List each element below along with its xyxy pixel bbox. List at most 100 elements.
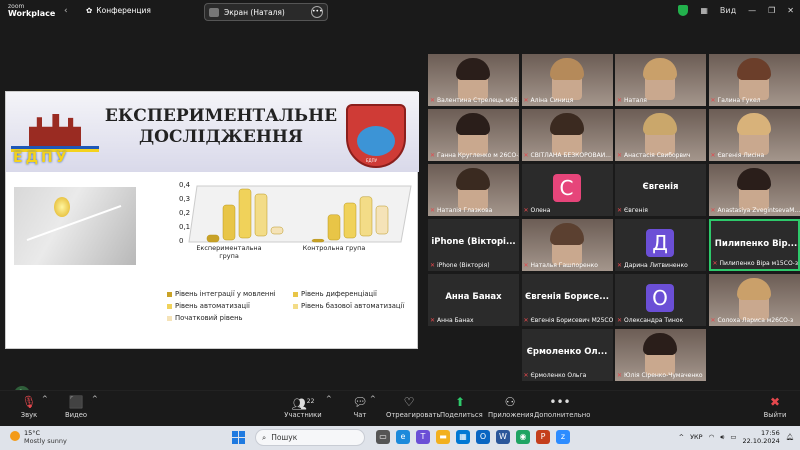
legend-swatch: [167, 315, 172, 321]
participant-tile[interactable]: ✕ Галина Гукел: [708, 54, 800, 106]
more-dots-icon: •••: [549, 395, 571, 409]
mic-muted-icon: 🎙︎: [21, 395, 37, 409]
participant-tile[interactable]: Пилипенко Вір... ✕ Пилипенко Віра м15СО-з: [708, 219, 800, 271]
lightbulb-icon: [54, 197, 70, 217]
participant-tile[interactable]: ✕ Солоха Лариса м26СО-з: [708, 274, 800, 326]
legend-swatch: [167, 303, 172, 309]
chart-bar: [359, 196, 373, 237]
powerpoint-icon[interactable]: P: [536, 430, 550, 444]
word-icon[interactable]: W: [496, 430, 510, 444]
task-view-icon[interactable]: ▭: [376, 430, 390, 444]
maximize-icon[interactable]: ❐: [768, 6, 775, 15]
screen-share-indicator[interactable]: Экран (Наталя) •••: [204, 3, 328, 21]
meeting-info[interactable]: ✿ Конференция: [86, 6, 151, 15]
edge-browser-icon[interactable]: e: [396, 430, 410, 444]
more-button[interactable]: ••• Дополнительно: [534, 395, 590, 419]
leave-button[interactable]: ✖ Выйти: [763, 395, 787, 419]
participant-name-tag: ✕ Наталья Гашпоренко: [524, 262, 598, 269]
participant-tile[interactable]: Євгенія Борисе... ✕ Євгенія Борисевич М25С…: [521, 274, 613, 326]
participant-tile[interactable]: Єрмоленко Ол... ✕ Єрмоленко Ольга: [521, 329, 613, 381]
chart-bar: [375, 205, 389, 235]
volume-icon[interactable]: 🔊︎: [720, 433, 724, 442]
participant-tile[interactable]: ✕ Аліна Синиця: [521, 54, 613, 106]
participant-tile[interactable]: Євгенія ✕ Євгенія: [615, 164, 706, 216]
participant-name-tag: ✕ iPhone (Вікторія): [430, 262, 490, 269]
chat-icon: 💬︎: [352, 395, 368, 409]
participant-tile[interactable]: ✕ Валентина Стрелець м26...: [428, 54, 519, 106]
participant-tile[interactable]: ✕ Євгенія Лисіна: [708, 109, 800, 161]
chrome-icon[interactable]: ◉: [516, 430, 530, 444]
apps-icon: ⚇: [504, 395, 516, 409]
outlook-icon[interactable]: O: [476, 430, 490, 444]
tray-overflow-icon[interactable]: ^: [679, 433, 684, 441]
participant-tile[interactable]: ✕ Наталія Глазкова: [428, 164, 519, 216]
y-tick-label: 0,2: [179, 209, 191, 217]
weather-status: Mostly sunny: [24, 437, 67, 445]
participant-name-tag: ✕ Anastasiya ZvegintsevaM...: [711, 207, 800, 214]
participant-name-tag: ✕ Євгенія Лисіна: [711, 152, 765, 159]
participant-tile[interactable]: ✕ Anastasiya ZvegintsevaM...: [708, 164, 800, 216]
clock[interactable]: 17:56 22.10.2024: [743, 429, 780, 445]
audio-options-caret-icon[interactable]: ^: [42, 395, 48, 403]
participants-label: Участники: [284, 411, 322, 419]
participant-hair: [736, 58, 771, 80]
participant-name: Євгенія Борисевич М25СО-з: [530, 317, 613, 324]
share-button[interactable]: ⬆ Поделиться: [440, 395, 483, 419]
taskbar-search[interactable]: ⌕ Пошук: [255, 429, 365, 446]
minimize-icon[interactable]: —: [748, 6, 756, 15]
slide-header: ЕДПУ ЕКСПЕРИМЕНТАЛЬНЕ ДОСЛІДЖЕННЯ ЕДПУ: [6, 92, 419, 172]
participant-tile[interactable]: ✕ СВІТЛАНА БЕЗКОРОВАЙ...: [521, 109, 613, 161]
participant-tile[interactable]: ✕ Наталя: [615, 54, 706, 106]
participant-hair: [736, 278, 771, 300]
chat-button[interactable]: 💬︎ Чат: [350, 395, 370, 419]
participant-name: Галина Гукел: [717, 97, 761, 104]
wifi-icon[interactable]: ◠: [709, 433, 715, 441]
chat-caret-icon[interactable]: ^: [370, 395, 376, 403]
participant-tile[interactable]: С ✕ Олена: [521, 164, 613, 216]
file-explorer-icon[interactable]: ▬: [436, 430, 450, 444]
zoom-app-icon[interactable]: z: [556, 430, 570, 444]
participant-tile[interactable]: О ✕ Олександра Тинок: [615, 274, 706, 326]
participant-name: Пилипенко Віра м15СО-з: [719, 260, 799, 267]
close-icon[interactable]: ✕: [787, 6, 794, 15]
participant-tile[interactable]: ✕ Ганна Кругленко м 26СО-з: [428, 109, 519, 161]
view-label[interactable]: Вид: [720, 6, 736, 15]
video-options-caret-icon[interactable]: ^: [92, 395, 98, 403]
language-indicator[interactable]: УКР: [690, 433, 703, 441]
mic-muted-icon: ✕: [617, 372, 623, 379]
video-label: Видео: [64, 411, 88, 419]
participant-tile[interactable]: Д ✕ Дарина Литвиненко: [615, 219, 706, 271]
participant-tile[interactable]: ✕ Анастасія Свиборвич: [615, 109, 706, 161]
participant-tile[interactable]: Анна Банах ✕ Анна Банах: [428, 274, 519, 326]
react-button[interactable]: ♡ Отреагировать: [386, 395, 441, 419]
participant-tile[interactable]: ✕ Наталья Гашпоренко: [521, 219, 613, 271]
zoom-logo: zoom Workplace: [8, 3, 55, 18]
apps-button[interactable]: ⚇ Приложения: [488, 395, 534, 419]
chevron-left-icon[interactable]: ‹: [64, 6, 68, 16]
participants-caret-icon[interactable]: ^: [326, 395, 332, 403]
windows-taskbar: 15°C Mostly sunny ⌕ Пошук ▭ e T ▬ ▦ O W …: [0, 426, 800, 450]
battery-icon[interactable]: ▭: [730, 433, 736, 441]
participant-name-tag: ✕ СВІТЛАНА БЕЗКОРОВАЙ...: [524, 152, 611, 159]
security-shield-icon[interactable]: [678, 5, 689, 16]
participant-tile[interactable]: ✕ Юлія Сіренко-Чумаченко: [615, 329, 706, 381]
mic-muted-icon: ✕: [430, 97, 436, 104]
share-label: Поделиться: [440, 411, 483, 419]
participant-name: Аліна Синиця: [530, 97, 574, 104]
notifications-icon[interactable]: 🔔︎: [786, 433, 794, 441]
screen-share-label: Экран (Наталя): [224, 7, 285, 17]
windows-start-icon[interactable]: [232, 431, 245, 444]
participants-button[interactable]: 👥︎22 Участники: [284, 395, 322, 419]
legend-swatch: [167, 291, 172, 297]
teams-icon[interactable]: T: [416, 430, 430, 444]
audio-button[interactable]: 🎙︎ Звук: [18, 395, 40, 419]
participant-name: iPhone (Вікторія): [437, 262, 490, 269]
mic-muted-icon: ✕: [523, 207, 529, 214]
participant-tile[interactable]: iPhone (Вікторі... ✕ iPhone (Вікторія): [428, 219, 519, 271]
more-options-icon[interactable]: •••: [311, 6, 323, 18]
store-icon[interactable]: ▦: [456, 430, 470, 444]
participant-name: Солоха Лариса м26СО-з: [717, 317, 794, 324]
video-button[interactable]: ⬛ Видео: [64, 395, 88, 419]
participant-name: Олена: [530, 207, 551, 214]
view-icon[interactable]: ▦: [700, 6, 708, 15]
